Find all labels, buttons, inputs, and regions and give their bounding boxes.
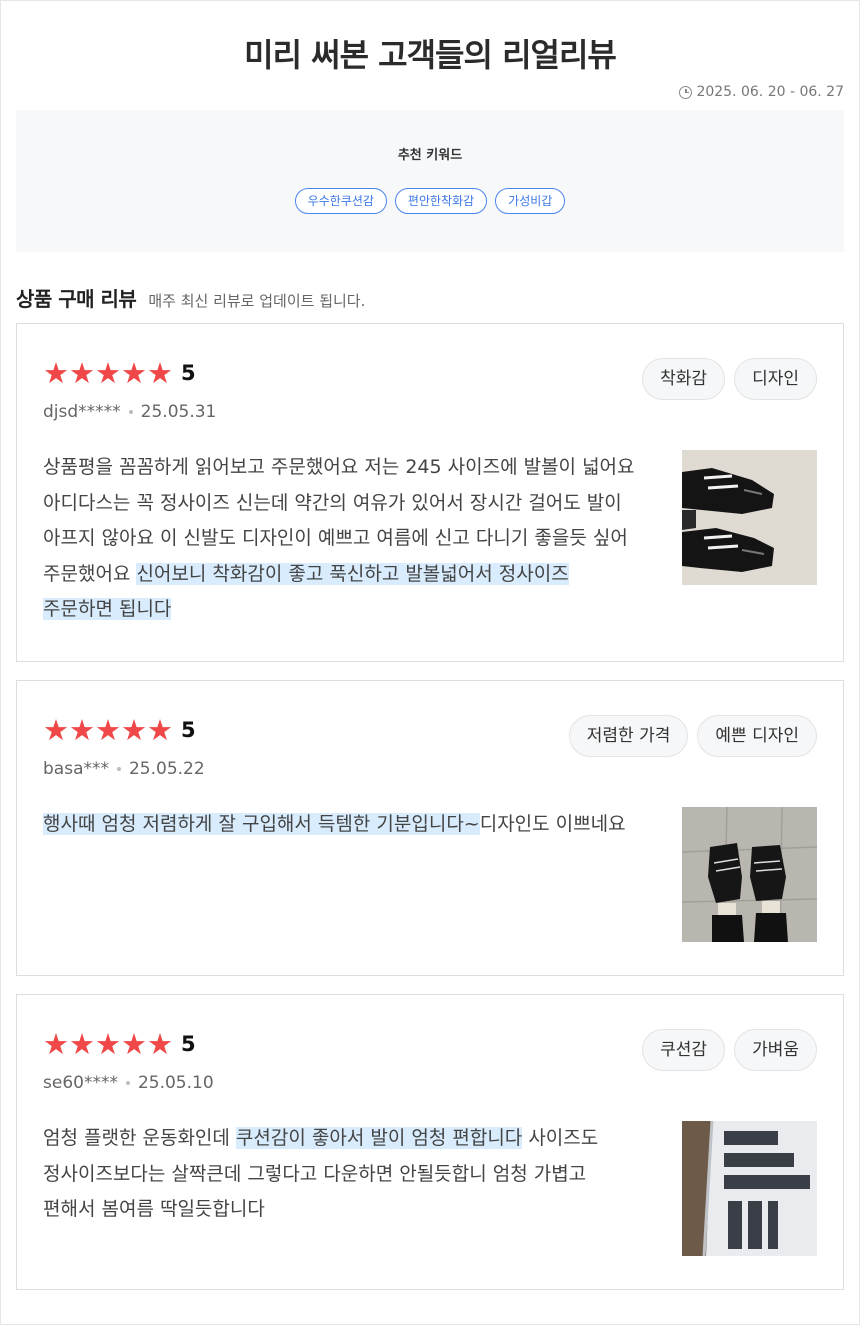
keyword-chip[interactable]: 편안한착화감 xyxy=(394,188,488,214)
separator-dot xyxy=(125,1081,130,1085)
star-icon: ★ xyxy=(69,356,95,390)
page-title: 미리 써본 고객들의 리얼리뷰 xyxy=(244,36,617,74)
star-icon: ★ xyxy=(147,1027,173,1061)
review-photo[interactable] xyxy=(682,807,817,942)
review-meta: basa*** 25.05.22 xyxy=(43,759,205,779)
review-photo[interactable] xyxy=(682,1121,817,1256)
date-range: 2025. 06. 20 - 06. 27 xyxy=(679,84,844,100)
star-icon: ★ xyxy=(95,356,121,390)
star-rating: ★ ★ ★ ★ ★ 5 xyxy=(43,1029,196,1059)
separator-dot xyxy=(116,767,121,771)
review-photo[interactable] xyxy=(682,450,817,585)
star-icon: ★ xyxy=(43,713,69,747)
review-tag[interactable]: 가벼움 xyxy=(734,1029,817,1071)
review-text: 상품평을 꼼꼼하게 읽어보고 주문했어요 저는 245 사이즈에 발볼이 넓어요… xyxy=(43,450,643,628)
review-tags: 착화감 디자인 xyxy=(642,358,817,400)
star-icon: ★ xyxy=(121,713,147,747)
review-tag[interactable]: 저렴한 가격 xyxy=(568,715,689,757)
keyword-panel: 추천 키워드 우수한쿠션감 편안한착화감 가성비갑 xyxy=(16,110,844,252)
rating-value: 5 xyxy=(181,1032,196,1056)
section-subtitle: 매주 최신 리뷰로 업데이트 됩니다. xyxy=(148,292,366,310)
review-date: 25.05.22 xyxy=(128,759,205,779)
review-text-highlight: 쿠션감이 좋아서 발이 엄청 편합니다 xyxy=(235,1127,523,1149)
rating-value: 5 xyxy=(181,361,196,385)
reviewer-id: se60**** xyxy=(43,1073,118,1093)
review-date: 25.05.31 xyxy=(140,402,217,422)
keyword-title: 추천 키워드 xyxy=(397,148,463,163)
review-text: 행사때 엄청 저렴하게 잘 구입해서 득템한 기분입니다~디자인도 이쁘네요 xyxy=(43,807,643,843)
reviewer-id: basa*** xyxy=(43,759,109,779)
review-tags: 쿠션감 가벼움 xyxy=(642,1029,817,1071)
review-tag[interactable]: 예쁜 디자인 xyxy=(697,715,817,757)
star-icon: ★ xyxy=(95,713,121,747)
review-card: ★ ★ ★ ★ ★ 5 basa*** 25.05.22 저렴한 가격 예쁜 디… xyxy=(16,680,844,976)
star-icon: ★ xyxy=(121,356,147,390)
date-range-text: 2025. 06. 20 - 06. 27 xyxy=(696,84,844,100)
star-icon: ★ xyxy=(121,1027,147,1061)
keyword-chips: 우수한쿠션감 편안한착화감 가성비갑 xyxy=(16,188,844,214)
rating-value: 5 xyxy=(181,718,196,742)
section-header: 상품 구매 리뷰 매주 최신 리뷰로 업데이트 됩니다. xyxy=(16,283,365,312)
review-tags: 저렴한 가격 예쁜 디자인 xyxy=(568,715,817,757)
review-tag[interactable]: 착화감 xyxy=(642,358,726,400)
keyword-chip[interactable]: 가성비갑 xyxy=(495,188,566,214)
review-tag[interactable]: 디자인 xyxy=(734,358,817,400)
keyword-chip[interactable]: 우수한쿠션감 xyxy=(294,188,387,214)
star-icon: ★ xyxy=(43,1027,69,1061)
star-icon: ★ xyxy=(69,713,95,747)
separator-dot xyxy=(128,410,133,414)
review-card: ★ ★ ★ ★ ★ 5 se60**** 25.05.10 쿠션감 가벼움 엄청… xyxy=(16,994,844,1290)
review-meta: se60**** 25.05.10 xyxy=(43,1073,214,1093)
star-icon: ★ xyxy=(147,713,173,747)
review-text-plain: 엄청 플랫한 운동화인데 xyxy=(43,1127,236,1149)
star-icon: ★ xyxy=(69,1027,95,1061)
star-icon: ★ xyxy=(43,356,69,390)
star-rating: ★ ★ ★ ★ ★ 5 xyxy=(43,715,196,745)
review-meta: djsd***** 25.05.31 xyxy=(43,402,216,422)
review-date: 25.05.10 xyxy=(137,1073,214,1093)
star-rating: ★ ★ ★ ★ ★ 5 xyxy=(43,358,196,388)
star-icon: ★ xyxy=(147,356,173,390)
star-icon: ★ xyxy=(95,1027,121,1061)
review-card: ★ ★ ★ ★ ★ 5 djsd***** 25.05.31 착화감 디자인 상… xyxy=(16,323,844,662)
review-tag[interactable]: 쿠션감 xyxy=(642,1029,726,1071)
review-text-after: 디자인도 이쁘네요 xyxy=(479,813,626,835)
review-text: 엄청 플랫한 운동화인데 쿠션감이 좋아서 발이 엄청 편합니다 사이즈도 정사… xyxy=(43,1121,643,1228)
reviewer-id: djsd***** xyxy=(43,402,121,422)
clock-icon xyxy=(679,85,693,99)
review-text-highlight: 행사때 엄청 저렴하게 잘 구입해서 득템한 기분입니다~ xyxy=(43,813,480,835)
section-title: 상품 구매 리뷰 xyxy=(16,287,137,311)
